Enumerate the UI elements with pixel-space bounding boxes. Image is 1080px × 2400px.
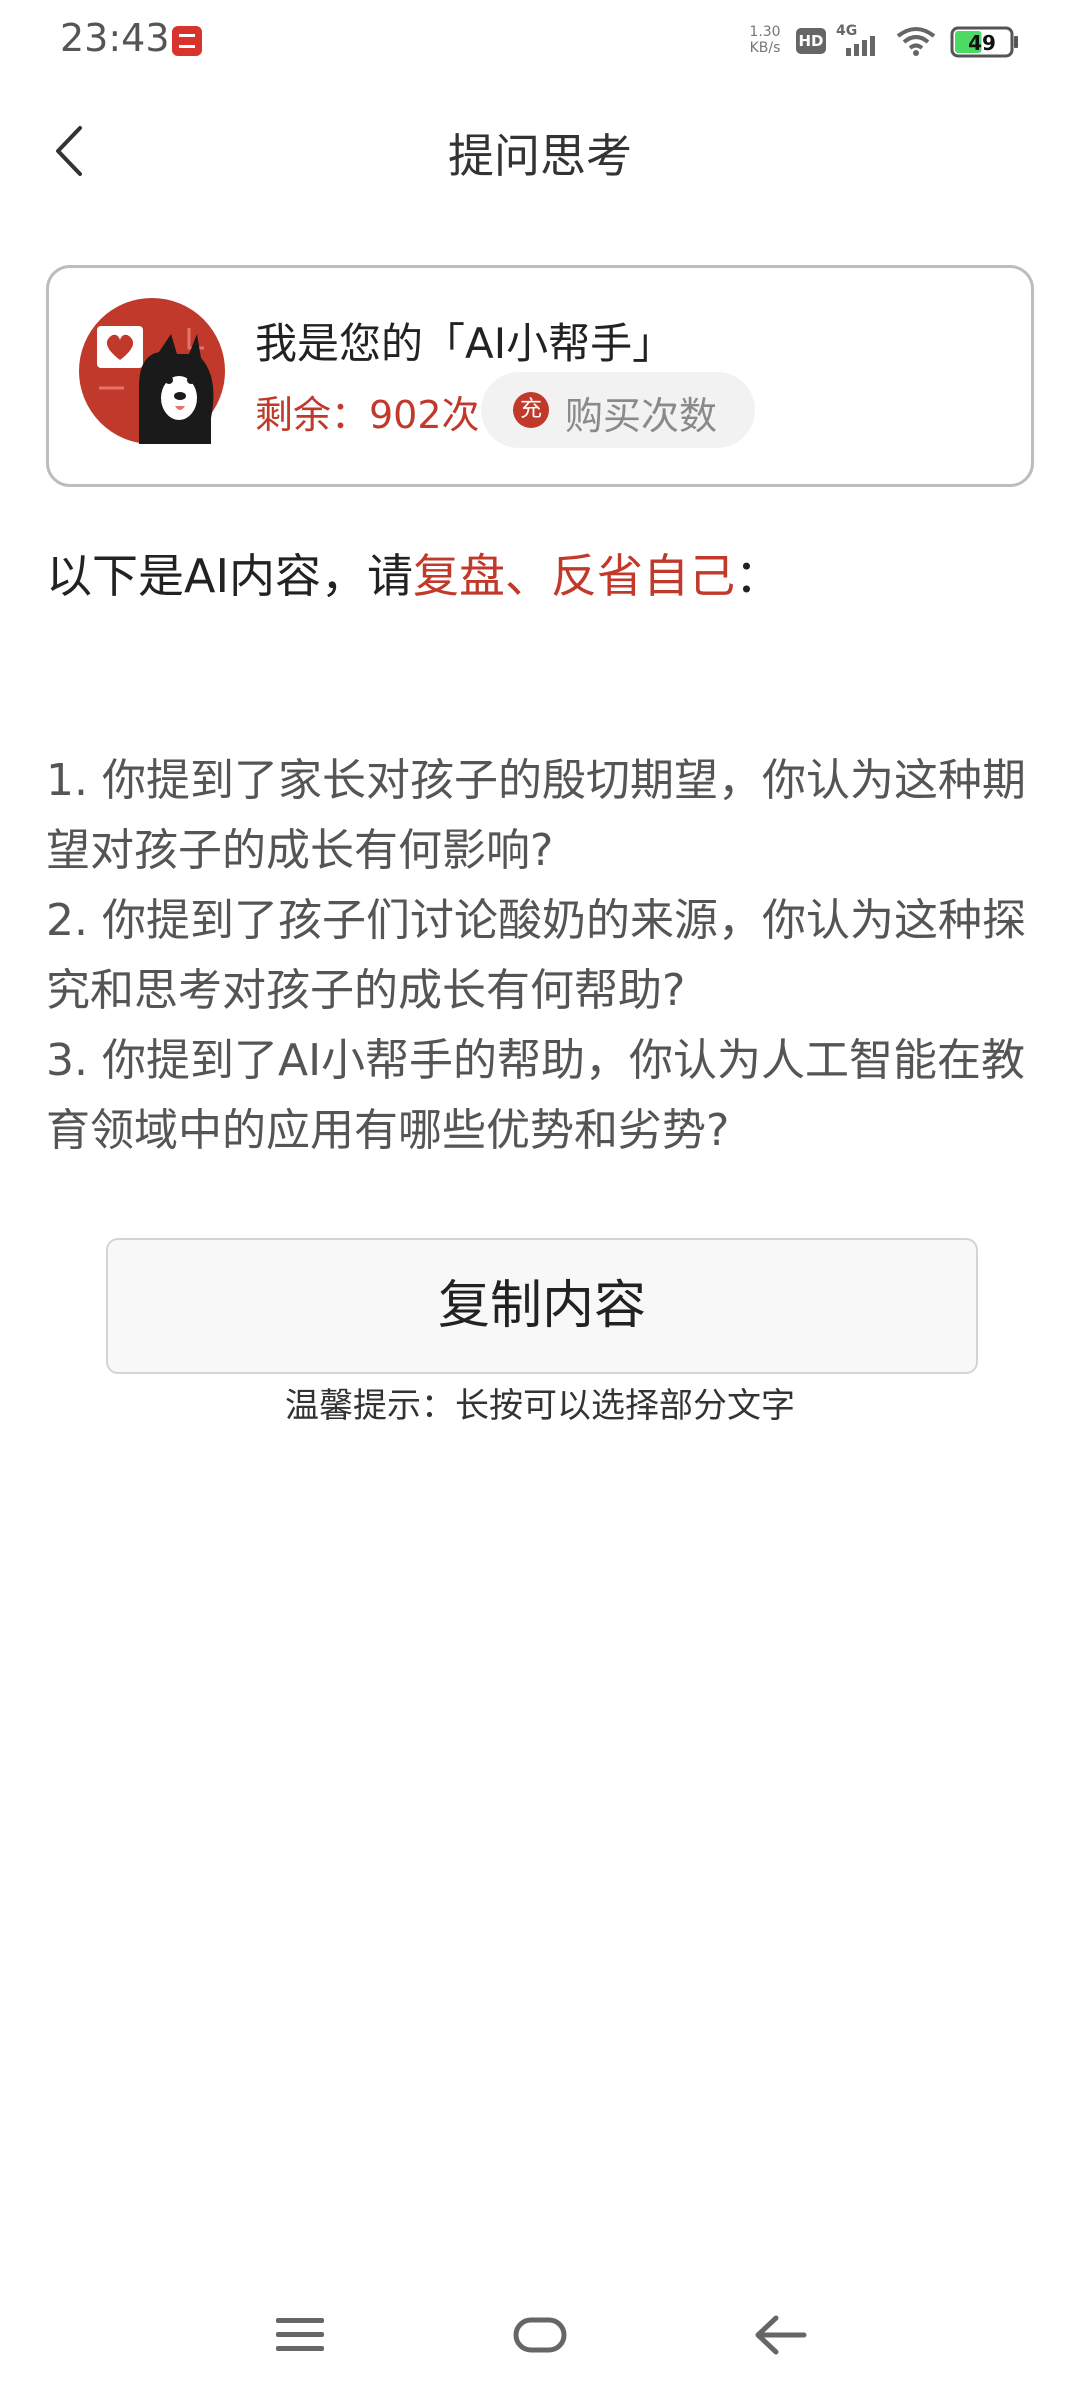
wifi-icon <box>896 27 936 56</box>
battery-icon: 49 <box>950 26 1018 58</box>
battery-level: 49 <box>968 31 996 55</box>
ai-questions: 1. 你提到了家长对孩子的殷切期望，你认为这种期望对孩子的成长有何影响? 2. … <box>46 746 1046 1166</box>
status-bar: 23:43 1.30 KB/s HD 4G 49 <box>0 0 1080 84</box>
intro-prefix: 以下是AI内容，请 <box>46 549 414 603</box>
avatar <box>79 298 225 444</box>
home-icon[interactable] <box>512 2312 568 2358</box>
header: 提问思考 <box>0 96 1080 206</box>
app-notification-icon <box>172 26 202 56</box>
page-title: 提问思考 <box>448 129 632 183</box>
intro-highlight: 复盘、反省自己 <box>413 549 736 603</box>
network-speed: 1.30 KB/s <box>738 24 792 56</box>
remaining-count: 剩余：902次 <box>255 393 480 437</box>
question-item: 3. 你提到了AI小帮手的帮助，你认为人工智能在教育领域中的应用有哪些优势和劣势… <box>46 1035 1026 1156</box>
intro-suffix: ： <box>735 549 782 603</box>
recharge-icon: 充 <box>513 392 549 428</box>
buy-times-button[interactable]: 充 购买次数 <box>481 372 755 448</box>
hd-icon: HD <box>796 28 826 54</box>
helper-title: 我是您的「AI小帮手」 <box>255 319 675 368</box>
buy-times-label: 购买次数 <box>565 394 718 438</box>
navigation-bar <box>0 2290 1080 2380</box>
menu-icon[interactable] <box>272 2312 328 2358</box>
ai-helper-card: 我是您的「AI小帮手」 剩余：902次 充 购买次数 <box>46 265 1034 487</box>
arrow-left-icon[interactable] <box>752 2312 808 2358</box>
signal-icon: 4G <box>836 23 875 56</box>
tip-text: 温馨提示：长按可以选择部分文字 <box>285 1386 795 1426</box>
network-type-label: 4G <box>836 23 857 39</box>
copy-content-button[interactable]: 复制内容 <box>106 1238 978 1374</box>
intro-line: 以下是AI内容，请复盘、反省自己： <box>46 540 781 606</box>
question-item: 1. 你提到了家长对孩子的殷切期望，你认为这种期望对孩子的成长有何影响? <box>46 755 1026 876</box>
status-time: 23:43 <box>60 16 170 60</box>
question-item: 2. 你提到了孩子们讨论酸奶的来源，你认为这种探究和思考对孩子的成长有何帮助? <box>46 895 1026 1016</box>
network-speed-unit: KB/s <box>749 40 781 56</box>
network-speed-value: 1.30 <box>749 24 781 40</box>
